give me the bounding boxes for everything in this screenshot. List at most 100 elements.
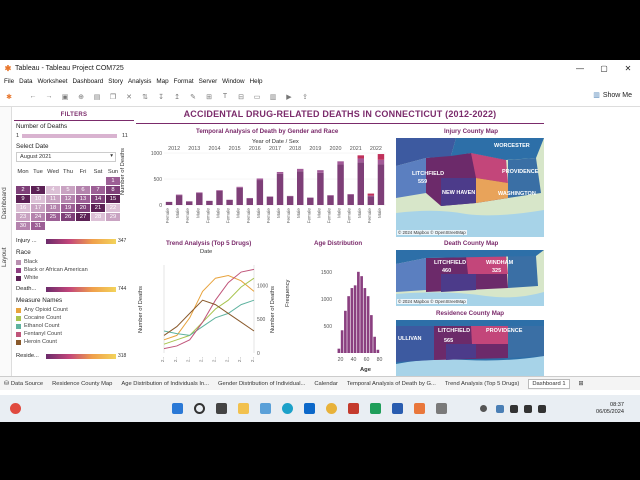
sort-asc-icon[interactable]: ↧ [154,93,168,101]
windows-start-icon[interactable] [172,403,183,414]
file-explorer-icon[interactable] [238,403,249,414]
clear-icon[interactable]: ✕ [122,93,136,101]
calendar-day[interactable]: 5 [61,186,75,194]
death-map[interactable]: LITCHFIELD 460 WINDHAM 325 © 2024 Mapbox… [396,250,544,306]
calendar-day[interactable]: 17 [31,204,45,212]
share-icon[interactable]: ⇪ [298,93,312,101]
calendar-day[interactable]: 28 [91,213,105,221]
notification-icon[interactable] [10,403,21,414]
fix-axes-icon[interactable]: ⊟ [234,93,248,101]
calendar-day[interactable]: 21 [91,204,105,212]
volume-icon[interactable] [524,405,532,413]
calendar-day[interactable]: 3 [31,186,45,194]
calendar-day[interactable]: 16 [16,204,30,212]
menu-worksheet[interactable]: Worksheet [37,78,67,85]
menu-analysis[interactable]: Analysis [128,78,151,85]
store-icon[interactable] [260,403,271,414]
redo-icon[interactable]: → [42,93,56,100]
trend-chart[interactable]: 0 500 1000 2.. 2.. 2.. 2.. 2.. 2.. 2.. 2.. [134,255,284,375]
residence-map[interactable]: LITCHFIELD PROVIDENCE ULLIVAN 565 [396,320,544,382]
calendar-day[interactable]: 31 [31,222,45,230]
fit-icon[interactable]: ▭ [250,93,264,101]
tab-age-distribution[interactable]: Age Distribution of Individuals In... [121,381,209,387]
menu-story[interactable]: Story [108,78,123,85]
excel-icon[interactable] [370,403,381,414]
search-icon[interactable] [194,403,205,414]
calendar-day[interactable]: 29 [106,213,120,221]
wps-icon[interactable] [348,403,359,414]
deaths-slider[interactable] [22,134,117,138]
tab-layout[interactable]: Layout [1,247,8,267]
measure-item-cocaine[interactable]: Cocaine Count [16,314,68,322]
maximize-button[interactable]: ▢ [592,60,616,76]
chrome-icon[interactable] [326,403,337,414]
select-date-dropdown[interactable]: August 2021 ▾ [16,152,116,162]
calendar-day[interactable]: 25 [46,213,60,221]
measure-item-opioid[interactable]: Any Opioid Count [16,306,68,314]
tableau-taskbar-icon[interactable] [414,403,425,414]
duplicate-icon[interactable]: ❐ [106,93,120,101]
calendar-day[interactable]: 7 [91,186,105,194]
measure-item-heroin[interactable]: Heroin Count [16,338,68,346]
calendar-day[interactable]: 30 [16,222,30,230]
tab-dashboard[interactable]: Dashboard [1,187,8,219]
word-icon[interactable] [392,403,403,414]
calendar-day[interactable]: 1 [106,177,120,185]
show-me-button[interactable]: ▥ Show Me [593,91,632,100]
task-view-icon[interactable] [216,403,227,414]
tab-gender-distribution[interactable]: Gender Distribution of Individual... [218,381,305,387]
battery-icon[interactable] [538,405,546,413]
tab-calendar[interactable]: Calendar [314,381,338,387]
calendar-day[interactable]: 6 [76,186,90,194]
highlight-icon[interactable]: ✎ [186,93,200,101]
menu-data[interactable]: Data [19,78,32,85]
chevron-up-icon[interactable] [480,405,487,412]
calendar-day[interactable]: 8 [106,186,120,194]
new-sheet-tab-icon[interactable]: ⊞ [579,381,584,387]
menu-file[interactable]: File [4,78,14,85]
age-chart[interactable]: 500 1000 1500 20 40 60 80 [310,249,394,367]
minimize-button[interactable]: — [568,60,592,76]
calendar-day[interactable]: 19 [61,204,75,212]
tab-residence-county-map[interactable]: Residence County Map [52,381,112,387]
calendar-day[interactable]: 4 [46,186,60,194]
tab-data-source[interactable]: Data Source [11,381,43,387]
tab-trend-analysis[interactable]: Trend Analysis (Top 5 Drugs) [445,381,520,387]
close-button[interactable]: ✕ [616,60,640,76]
cloud-icon[interactable] [496,405,504,413]
calendar-day[interactable]: 10 [31,195,45,203]
group-icon[interactable]: ⊞ [202,93,216,101]
menu-dashboard[interactable]: Dashboard [72,78,103,85]
calendar-day[interactable]: 23 [16,213,30,221]
calendar-day[interactable]: 26 [61,213,75,221]
labels-icon[interactable]: T [218,93,232,100]
swap-icon[interactable]: ⇅ [138,93,152,101]
calendar-day[interactable]: 15 [106,195,120,203]
measure-item-fentanyl[interactable]: Fentanyl Count [16,330,68,338]
calendar-day[interactable]: 11 [46,195,60,203]
save-icon[interactable]: ▣ [58,93,72,101]
menu-map[interactable]: Map [156,78,168,85]
tab-temporal-analysis[interactable]: Temporal Analysis of Death by G... [347,381,436,387]
add-datasource-icon[interactable]: ⊕ [74,93,88,101]
calendar-day[interactable]: 9 [16,195,30,203]
measure-item-ethanol[interactable]: Ethanol Count [16,322,68,330]
undo-icon[interactable]: ← [26,93,40,100]
edge-icon[interactable] [282,403,293,414]
menu-window[interactable]: Window [222,78,244,85]
injury-map[interactable]: WORCESTER LITCHFIELD 559 PROVIDENCE NEW … [396,138,544,237]
calendar-day[interactable]: 18 [46,204,60,212]
menu-format[interactable]: Format [174,78,194,85]
calendar-day[interactable]: 22 [106,204,120,212]
calendar-day[interactable]: 2 [16,186,30,194]
calendar-day[interactable]: 24 [31,213,45,221]
menu-help[interactable]: Help [250,78,263,85]
wifi-icon[interactable] [510,405,518,413]
tooltip-icon[interactable]: ▥ [266,93,280,101]
tableau-logo-icon[interactable]: ✱ [2,93,16,101]
clock[interactable]: 08:37 06/05/2024 [596,402,624,416]
calendar-day[interactable]: 20 [76,204,90,212]
present-icon[interactable]: ▶ [282,93,296,101]
race-item-black-african-american[interactable]: Black or African American [16,266,88,274]
menu-server[interactable]: Server [199,78,218,85]
